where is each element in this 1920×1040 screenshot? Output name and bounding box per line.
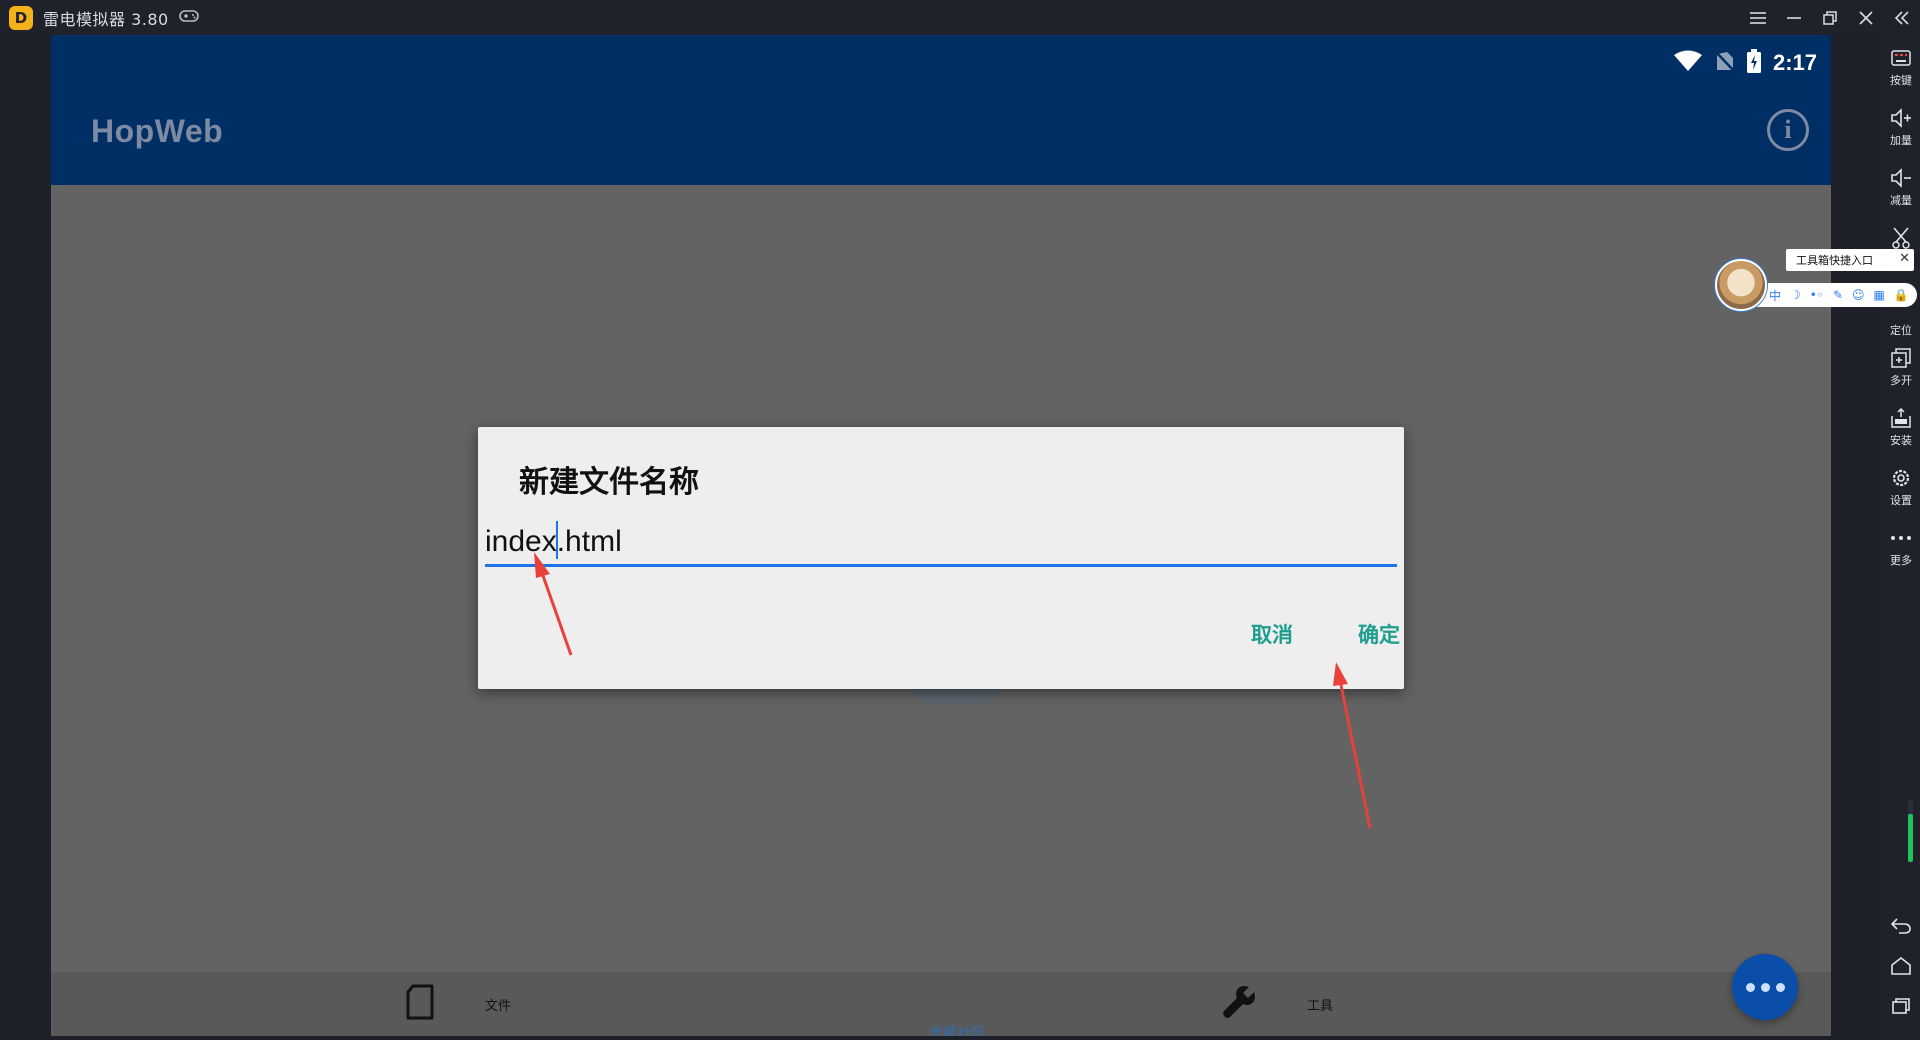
punctuation-icon[interactable]: •◦ (1810, 288, 1824, 302)
moon-icon[interactable]: ☽ (1790, 288, 1801, 302)
lock-icon[interactable]: 🔒 (1894, 288, 1909, 302)
new-file-dialog: 新建文件名称 取消 确定 (478, 427, 1404, 689)
multi-instance-icon (1889, 347, 1913, 369)
toolbar-vol-down-button[interactable]: 减量 (1882, 167, 1920, 208)
confirm-button[interactable]: 确定 (1358, 619, 1400, 649)
file-name-input[interactable] (485, 519, 1397, 567)
home-icon (1889, 955, 1913, 977)
app-title: HopWeb (91, 113, 224, 149)
nav-item-file[interactable]: 文件 (405, 972, 511, 1036)
nav-label-tools: 工具 (1307, 998, 1334, 1014)
toolbar-multi-button[interactable]: 多开 (1882, 347, 1920, 388)
collapse-sidebar-icon[interactable] (1884, 0, 1920, 35)
dialog-title: 新建文件名称 (519, 465, 699, 500)
toolbar-label: 按键 (1890, 74, 1912, 87)
window-controls (1740, 0, 1920, 35)
ime-chinese-icon[interactable]: 中 (1769, 287, 1781, 304)
toolbar-install-button[interactable]: 安装 (1882, 407, 1920, 448)
avatar[interactable] (1715, 259, 1767, 311)
fab-dot (1760, 982, 1770, 992)
nav-label-file: 文件 (485, 998, 512, 1014)
toolbox-tooltip: 工具箱快捷入口 ✕ (1786, 249, 1914, 271)
android-recents-button[interactable] (1882, 995, 1920, 1017)
wrench-icon (1221, 984, 1257, 1024)
toolbar-label: 加量 (1890, 134, 1912, 147)
tooltip-close-icon[interactable]: ✕ (1899, 251, 1910, 266)
toolbar-label: 减量 (1890, 194, 1912, 207)
android-screen: 2:17 HopWeb i 文件 工具 流星社区 新建文件名称 取消 确定 (51, 35, 1831, 1036)
fab-dot (1745, 982, 1755, 992)
emulator-title-bar: D 雷电模拟器 3.80 (0, 0, 1920, 35)
toolbox-float-widget[interactable]: 中 ☽ •◦ ✎ ☺ ▦ 🔒 工具箱快捷入口 ✕ (1715, 245, 1920, 313)
android-back-button[interactable] (1882, 915, 1920, 937)
volume-up-icon (1889, 107, 1913, 129)
apk-install-icon (1889, 407, 1913, 429)
community-link[interactable]: 流星社区 (929, 1023, 985, 1036)
volume-level-fill (1908, 813, 1913, 862)
toolbox-shortcut-bar[interactable]: 中 ☽ •◦ ✎ ☺ ▦ 🔒 (1757, 283, 1917, 307)
toolbar-label: 安装 (1890, 434, 1912, 447)
recents-icon (1889, 995, 1913, 1017)
tool-icon[interactable]: ✎ (1833, 288, 1843, 302)
text-caret (556, 521, 558, 559)
app-bar: 2:17 HopWeb i (51, 35, 1831, 185)
more-fab-button[interactable] (1732, 954, 1798, 1020)
back-icon (1889, 915, 1913, 937)
toolbar-vol-up-button[interactable]: 加量 (1882, 107, 1920, 148)
nav-item-tools[interactable]: 工具 (1221, 972, 1333, 1036)
gear-icon (1889, 467, 1913, 489)
fab-dot (1775, 982, 1785, 992)
no-sim-icon (1715, 50, 1735, 76)
window-title: 雷电模拟器 3.80 (43, 9, 169, 29)
toolbar-label: 多开 (1890, 374, 1912, 387)
cancel-button[interactable]: 取消 (1251, 619, 1293, 649)
grid-icon[interactable]: ▦ (1874, 288, 1885, 302)
close-icon[interactable] (1848, 0, 1884, 35)
volume-level-bar[interactable] (1908, 800, 1913, 862)
bottom-frame (51, 1036, 1831, 1040)
keyboard-icon (1889, 47, 1913, 69)
more-dots-icon (1889, 527, 1913, 549)
menu-icon[interactable] (1740, 0, 1776, 35)
android-home-button[interactable] (1882, 955, 1920, 977)
left-frame (0, 35, 51, 1040)
emulator-logo-icon: D (9, 5, 33, 30)
info-icon[interactable]: i (1767, 109, 1809, 151)
volume-down-icon (1889, 167, 1913, 189)
emoji-icon[interactable]: ☺ (1852, 288, 1865, 302)
emulator-right-toolbar: 按键 加量 减量 定位 多开 安装 设置 更多 (1882, 35, 1920, 1040)
status-bar: 2:17 (1673, 43, 1817, 83)
toolbar-keys-button[interactable]: 按键 (1882, 47, 1920, 88)
tooltip-text: 工具箱快捷入口 (1796, 254, 1873, 267)
file-icon (405, 984, 435, 1024)
toolbar-settings-button[interactable]: 设置 (1882, 467, 1920, 508)
toolbar-label: 定位 (1890, 324, 1912, 337)
status-time: 2:17 (1772, 50, 1817, 75)
restore-icon[interactable] (1812, 0, 1848, 35)
toolbar-label: 设置 (1890, 494, 1912, 507)
battery-charging-icon (1746, 49, 1761, 77)
wifi-icon (1673, 50, 1703, 76)
toolbar-label: 更多 (1890, 554, 1912, 567)
toolbar-more-button[interactable]: 更多 (1882, 527, 1920, 568)
gamepad-icon[interactable] (178, 7, 199, 28)
minimize-icon[interactable] (1776, 0, 1812, 35)
